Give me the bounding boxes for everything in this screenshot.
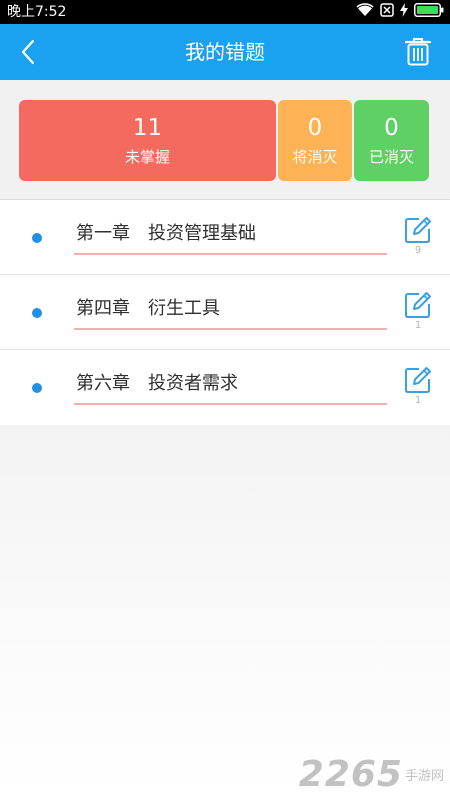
- watermark-logo: 2265 手游网: [299, 756, 444, 794]
- sim-icon: [380, 3, 394, 21]
- progress-underline: [74, 403, 387, 405]
- chapter-list: 第一章 投资管理基础 9 第四章 衍生工具 1 第六章 投资者需求 1: [0, 199, 450, 425]
- chapter-title: 第一章 投资管理基础: [76, 223, 256, 244]
- mistake-count: 9: [414, 245, 422, 256]
- status-bar: 晚上7:52: [0, 0, 450, 24]
- charging-icon: [400, 3, 408, 21]
- stat-label: 已消灭: [368, 148, 414, 166]
- edit-button[interactable]: 1: [400, 362, 436, 414]
- stat-value: 11: [132, 115, 163, 141]
- stats-panel: 11 未掌握 0 将消灭 0 已消灭: [0, 100, 450, 181]
- edit-icon: [405, 292, 431, 318]
- back-button[interactable]: [8, 30, 48, 74]
- mistake-count: 1: [414, 395, 422, 406]
- stat-label: 将消灭: [292, 148, 338, 166]
- edit-button[interactable]: 9: [400, 212, 436, 264]
- status-icons: [356, 3, 444, 21]
- stat-value: 0: [307, 115, 323, 141]
- chevron-left-icon: [21, 39, 35, 65]
- stat-label: 未掌握: [124, 148, 170, 166]
- chapter-title: 第四章 衍生工具: [76, 298, 220, 319]
- edit-button[interactable]: 1: [400, 287, 436, 339]
- nav-bar: 我的错题: [0, 24, 450, 80]
- chapter-title: 第六章 投资者需求: [76, 373, 238, 394]
- watermark-number: 2265: [298, 754, 403, 795]
- progress-underline: [74, 253, 387, 255]
- stat-unmastered[interactable]: 11 未掌握: [19, 100, 276, 181]
- chapter-row[interactable]: 第六章 投资者需求 1: [0, 350, 450, 425]
- progress-underline: [74, 328, 387, 330]
- battery-icon: [414, 3, 444, 21]
- watermark-text: 手游网: [404, 769, 444, 784]
- page-title: 我的错题: [185, 40, 265, 64]
- wifi-icon: [356, 3, 374, 21]
- edit-icon: [405, 367, 431, 393]
- edit-icon: [405, 217, 431, 243]
- bullet-icon: [32, 308, 42, 318]
- delete-button[interactable]: [398, 30, 438, 74]
- status-time: 晚上7:52: [7, 4, 67, 20]
- bullet-icon: [32, 383, 42, 393]
- stat-pending[interactable]: 0 将消灭: [278, 100, 352, 181]
- chapter-row[interactable]: 第四章 衍生工具 1: [0, 275, 450, 350]
- chapter-row[interactable]: 第一章 投资管理基础 9: [0, 200, 450, 275]
- mistake-count: 1: [414, 320, 422, 331]
- stat-value: 0: [384, 115, 399, 141]
- bullet-icon: [32, 233, 42, 243]
- stat-cleared[interactable]: 0 已消灭: [354, 100, 429, 181]
- trash-icon: [405, 38, 431, 66]
